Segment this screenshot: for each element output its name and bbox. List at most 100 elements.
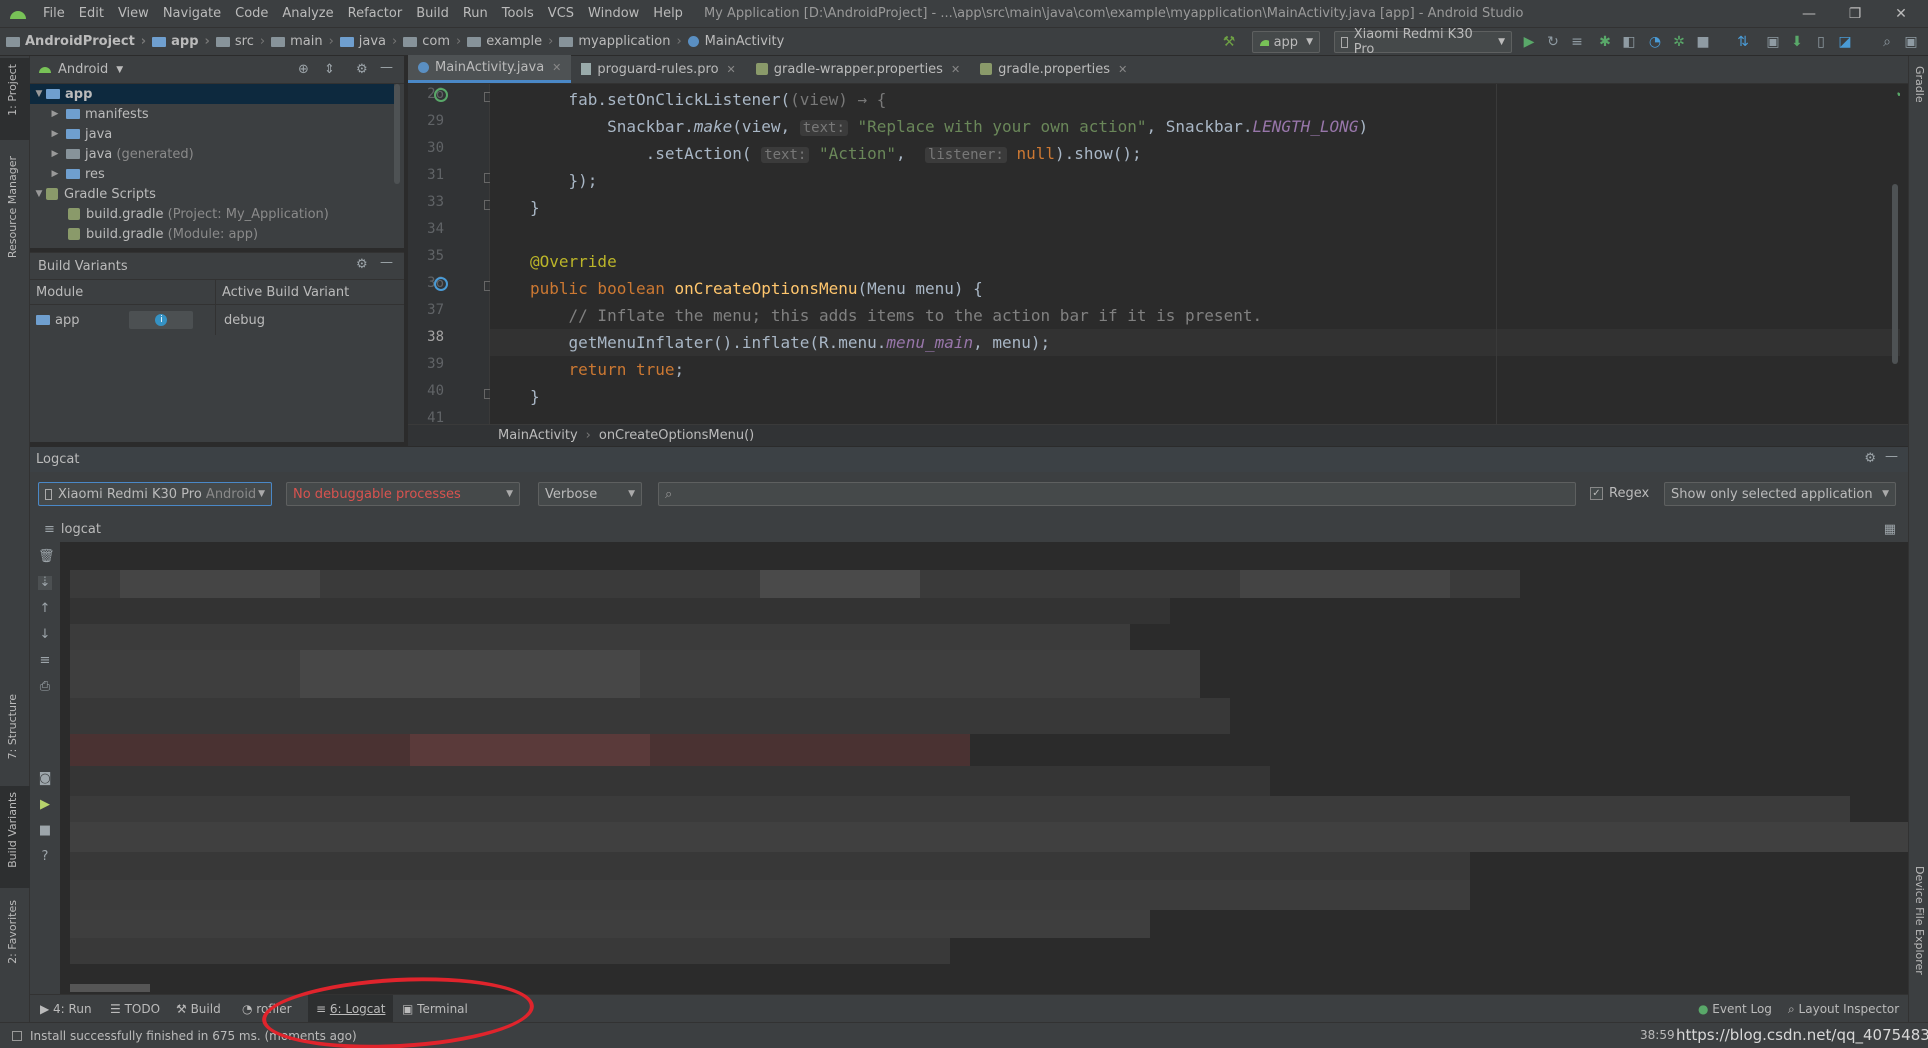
apply-changes-icon[interactable]: ↻ bbox=[1544, 33, 1562, 51]
tool-tab-device-file-explorer[interactable]: Device File Explorer bbox=[1913, 866, 1926, 975]
menu-help[interactable]: Help bbox=[646, 0, 690, 28]
search-icon[interactable]: ⌕ bbox=[1878, 33, 1896, 51]
tab-proguard-rules[interactable]: proguard-rules.pro ✕ bbox=[571, 55, 745, 83]
stop-icon[interactable]: ■ bbox=[1694, 33, 1712, 51]
tool-tab-profiler[interactable]: ◔ rofiler bbox=[242, 995, 292, 1023]
tab-gradle-properties[interactable]: gradle.properties ✕ bbox=[970, 55, 1137, 83]
tree-item-gradle-scripts[interactable]: ▼ Gradle Scripts bbox=[32, 184, 156, 204]
tool-tab-resource-manager[interactable]: Resource Manager bbox=[6, 156, 19, 258]
tab-gradle-wrapper-properties[interactable]: gradle-wrapper.properties ✕ bbox=[746, 55, 970, 83]
screen-capture-icon[interactable]: ◙ bbox=[38, 772, 52, 786]
override-marker-icon[interactable] bbox=[434, 88, 448, 102]
minimize-icon[interactable]: — bbox=[1786, 0, 1832, 28]
gear-icon[interactable]: ⚙ bbox=[1864, 451, 1876, 466]
arrow-down-icon[interactable]: ↓ bbox=[38, 628, 52, 642]
restore-icon[interactable]: ❐ bbox=[1832, 0, 1878, 28]
menu-view[interactable]: View bbox=[111, 0, 156, 28]
tree-item-app[interactable]: ▼ app bbox=[32, 84, 93, 104]
tool-tab-logcat[interactable]: ≡ 6: Logcat bbox=[308, 995, 394, 1023]
tool-tab-event-log[interactable]: ● Event Log bbox=[1698, 995, 1772, 1023]
menu-edit[interactable]: Edit bbox=[72, 0, 111, 28]
menu-navigate[interactable]: Navigate bbox=[156, 0, 228, 28]
close-tab-icon[interactable]: ✕ bbox=[727, 63, 736, 76]
menu-build[interactable]: Build bbox=[409, 0, 456, 28]
logcat-level-select[interactable]: Verbose ▼ bbox=[538, 482, 642, 506]
breadcrumb-project[interactable]: AndroidProject › bbox=[0, 34, 146, 49]
user-icon[interactable]: ▣ bbox=[1902, 33, 1920, 51]
build-variant-select[interactable]: debug bbox=[216, 313, 265, 328]
logcat-search-input[interactable]: ⌕ bbox=[658, 482, 1576, 506]
menu-code[interactable]: Code bbox=[228, 0, 275, 28]
debug-icon[interactable]: ✱ bbox=[1596, 33, 1614, 51]
sync-gradle-icon[interactable]: ⇅ bbox=[1734, 33, 1752, 51]
scroll-to-end-icon[interactable]: ⇣ bbox=[38, 576, 52, 590]
hide-panel-icon[interactable]: — bbox=[1885, 449, 1898, 464]
print-icon[interactable]: ⎙ bbox=[38, 680, 52, 694]
profile-icon[interactable]: ◔ bbox=[1646, 33, 1664, 51]
breadcrumb-app[interactable]: app › bbox=[146, 34, 210, 49]
locate-icon[interactable]: ⊕ bbox=[298, 62, 309, 77]
code-editor[interactable]: ✔ fab.setOnClickListener((view) → { Snac… bbox=[490, 84, 1900, 424]
breadcrumb-myapplication[interactable]: myapplication › bbox=[553, 34, 682, 49]
project-view-select[interactable]: Android bbox=[58, 62, 108, 77]
coverage-icon[interactable]: ◧ bbox=[1620, 33, 1638, 51]
layout-icon[interactable]: ▦ bbox=[1884, 522, 1896, 537]
run-icon[interactable]: ▶ bbox=[1520, 33, 1538, 51]
breadcrumb-example[interactable]: example › bbox=[461, 34, 553, 49]
tree-item-build-gradle-project[interactable]: build.gradle (Project: My_Application) bbox=[68, 204, 329, 224]
collapse-all-icon[interactable]: ⇕ bbox=[324, 62, 335, 77]
attach-debugger-icon[interactable]: ✲ bbox=[1670, 33, 1688, 51]
run-config-select[interactable]: app ▼ bbox=[1252, 31, 1320, 53]
close-tab-icon[interactable]: ✕ bbox=[1118, 63, 1127, 76]
menu-window[interactable]: Window bbox=[581, 0, 646, 28]
implements-marker-icon[interactable] bbox=[434, 277, 448, 291]
help-icon[interactable]: ? bbox=[38, 850, 52, 864]
tool-tab-todo[interactable]: ☰ TODO bbox=[110, 995, 160, 1023]
breadcrumb-com[interactable]: com › bbox=[397, 34, 461, 49]
gear-icon[interactable]: ⚙ bbox=[356, 257, 368, 272]
tool-tab-project[interactable]: 1: Project bbox=[6, 64, 19, 116]
logcat-filter-select[interactable]: Show only selected application ▼ bbox=[1664, 482, 1896, 506]
tree-item-java-generated[interactable]: ▶ java (generated) bbox=[48, 144, 194, 164]
breadcrumb-java[interactable]: java › bbox=[334, 34, 397, 49]
regex-checkbox[interactable]: ✓ Regex bbox=[1590, 486, 1649, 501]
layout-inspector-toolbar-icon[interactable]: ◪ bbox=[1836, 33, 1854, 51]
tab-mainactivity-java[interactable]: MainActivity.java ✕ bbox=[408, 55, 572, 83]
tool-tab-terminal[interactable]: ▣ Terminal bbox=[402, 995, 468, 1023]
soft-wrap-icon[interactable]: ≡ bbox=[38, 654, 52, 668]
tree-item-java[interactable]: ▶ java bbox=[48, 124, 113, 144]
tool-tab-gradle[interactable]: Gradle bbox=[1913, 66, 1926, 103]
menu-run[interactable]: Run bbox=[456, 0, 495, 28]
make-project-hammer-icon[interactable]: ⚒ bbox=[1220, 33, 1238, 51]
logcat-output[interactable] bbox=[60, 542, 1908, 994]
tool-tab-favorites[interactable]: 2: Favorites bbox=[6, 900, 19, 964]
menu-analyze[interactable]: Analyze bbox=[275, 0, 340, 28]
editor-scrollbar[interactable] bbox=[1892, 184, 1898, 364]
tool-tab-run[interactable]: ▶ 4: Run bbox=[40, 995, 92, 1023]
menu-tools[interactable]: Tools bbox=[495, 0, 541, 28]
breadcrumb-mainactivity[interactable]: MainActivity bbox=[682, 34, 784, 49]
toggle-tool-windows-icon[interactable] bbox=[12, 1030, 22, 1041]
chevron-down-icon[interactable]: ▼ bbox=[116, 65, 123, 75]
tree-item-build-gradle-module[interactable]: build.gradle (Module: app) bbox=[68, 224, 258, 244]
close-tab-icon[interactable]: ✕ bbox=[951, 63, 960, 76]
logcat-device-select[interactable]: Xiaomi Redmi K30 Pro Android ▼ bbox=[38, 482, 272, 506]
stop-icon[interactable]: ■ bbox=[38, 824, 52, 838]
avd-manager-icon[interactable]: ▯ bbox=[1812, 33, 1830, 51]
gear-icon[interactable]: ⚙ bbox=[356, 62, 368, 77]
logcat-process-select[interactable]: No debuggable processes ▼ bbox=[286, 482, 520, 506]
close-icon[interactable]: ✕ bbox=[1878, 0, 1924, 28]
sdk-manager-icon[interactable]: ⬇ bbox=[1788, 33, 1806, 51]
tree-item-res[interactable]: ▶ res bbox=[48, 164, 105, 184]
breadcrumb-src[interactable]: src › bbox=[210, 34, 265, 49]
breadcrumb-method[interactable]: onCreateOptionsMenu() bbox=[599, 428, 754, 443]
breadcrumb-class[interactable]: MainActivity bbox=[498, 428, 578, 443]
trash-icon[interactable]: 🗑 bbox=[38, 550, 55, 564]
device-select[interactable]: Xiaomi Redmi K30 Pro ▼ bbox=[1334, 27, 1512, 57]
menu-vcs[interactable]: VCS bbox=[541, 0, 581, 28]
apply-code-changes-icon[interactable]: ≡ bbox=[1568, 33, 1586, 51]
hide-panel-icon[interactable]: — bbox=[380, 255, 393, 270]
tool-tab-structure[interactable]: 7: Structure bbox=[6, 694, 19, 759]
breadcrumb-main[interactable]: main › bbox=[265, 34, 334, 49]
screen-record-icon[interactable]: ▶ bbox=[38, 798, 52, 812]
